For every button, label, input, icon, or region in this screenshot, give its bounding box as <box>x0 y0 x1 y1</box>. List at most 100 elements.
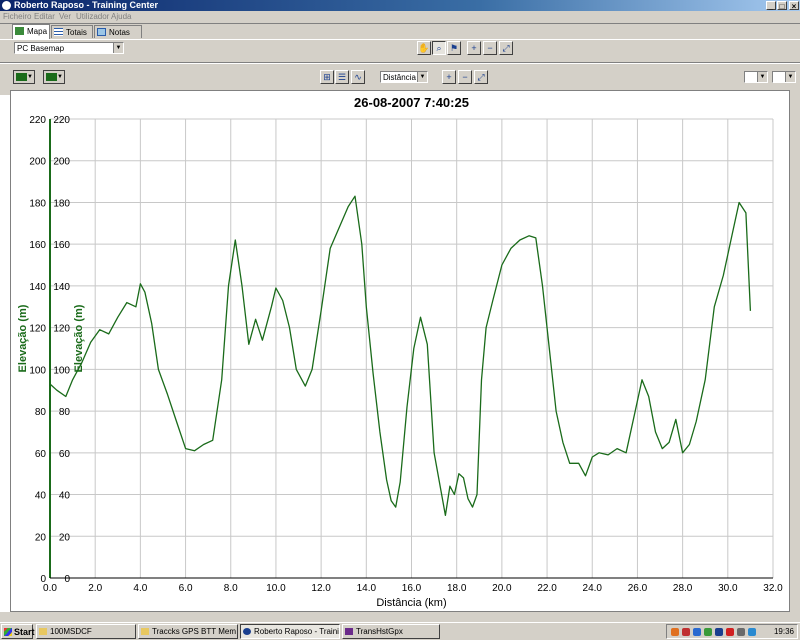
speaker-icon[interactable] <box>748 628 756 636</box>
start-button[interactable]: Start <box>1 624 35 639</box>
zoom-fit-button[interactable]: ⤢ <box>499 41 513 55</box>
line-color-button[interactable]: ▼ <box>13 70 35 84</box>
smooth-line-button[interactable]: ∿ <box>351 70 365 84</box>
chevron-down-icon: ▼ <box>417 72 427 82</box>
menu-editar[interactable]: Editar <box>34 12 55 21</box>
option-select-1[interactable]: ▼ <box>744 71 768 83</box>
tray-icon[interactable] <box>715 628 723 636</box>
x-tick-label: 32.0 <box>763 583 783 594</box>
menu-ajuda[interactable]: Ajuda <box>111 12 131 21</box>
start-label: Start <box>14 627 35 637</box>
y-tick-label-secondary: 120 <box>53 324 70 335</box>
menu-utilizador[interactable]: Utilizador <box>76 12 109 21</box>
maximize-button[interactable]: □ <box>777 1 787 11</box>
pan-hand-button[interactable]: ✋ <box>417 41 431 55</box>
crosshair-button[interactable]: ⊞ <box>320 70 334 84</box>
x-tick-label: 10.0 <box>266 583 286 594</box>
y-tick-label: 60 <box>35 449 47 460</box>
x-tick-label: 22.0 <box>537 583 557 594</box>
table-icon <box>54 28 63 36</box>
task-training-center[interactable]: Roberto Raposo - Trainin... <box>240 624 340 639</box>
y-axis-label: Elevação (m) <box>17 304 29 372</box>
elevation-chart[interactable]: 0.0 2.0 4.0 6.0 8.0 10.0 12.0 14.0 16.0 18.0 20.0 2… <box>11 91 789 611</box>
tab-mapa-label: Mapa <box>27 27 48 36</box>
minimize-button[interactable]: _ <box>766 1 776 11</box>
fill-color-button[interactable]: ▼ <box>43 70 65 84</box>
folder-icon <box>141 628 149 635</box>
task-traccks[interactable]: Traccks GPS BTT Mem ... <box>138 624 238 639</box>
close-button[interactable]: × <box>789 1 799 11</box>
axis-select[interactable]: Distância ▼ <box>380 71 428 83</box>
menu-ficheiro[interactable]: Ficheiro <box>3 12 31 21</box>
task-label: 100MSDCF <box>50 627 92 636</box>
menu-bar: Ficheiro Editar Ver Utilizador Ajuda <box>0 11 800 23</box>
y-tick-label-secondary: 200 <box>53 157 70 168</box>
app-icon <box>2 1 11 10</box>
x-axis-label: Distância (km) <box>376 597 446 609</box>
graph-zoom-out-button[interactable]: − <box>458 70 472 84</box>
y-tick-label: 160 <box>29 240 46 251</box>
chevron-down-icon: ▼ <box>757 72 767 82</box>
elevation-chart-panel: 0.0 2.0 4.0 6.0 8.0 10.0 12.0 14.0 16.0 18.0 20.0 2… <box>10 90 790 612</box>
x-tick-label: 24.0 <box>583 583 603 594</box>
chevron-down-icon: ▼ <box>113 43 123 53</box>
x-tick-label: 8.0 <box>224 583 238 594</box>
task-transhstgpx[interactable]: TransHstGpx <box>342 624 440 639</box>
y-tick-label: 100 <box>29 365 46 376</box>
tab-notas-label: Notas <box>109 28 130 37</box>
y-tick-label: 0 <box>40 574 46 585</box>
y-tick-label-secondary: 20 <box>59 532 71 543</box>
x-tick-label: 4.0 <box>133 583 147 594</box>
y-tick-label-secondary: 160 <box>53 240 70 251</box>
option-select-2[interactable]: ▼ <box>772 71 796 83</box>
zoom-in-button[interactable]: + <box>467 41 481 55</box>
tray-icon[interactable] <box>693 628 701 636</box>
task-100msdcf[interactable]: 100MSDCF <box>36 624 136 639</box>
notes-icon <box>97 28 106 36</box>
y-tick-label-secondary: 100 <box>53 365 70 376</box>
system-tray: 19:36 <box>666 624 798 639</box>
y-tick-label: 120 <box>29 324 46 335</box>
magnify-tool-button[interactable]: ⌕ <box>432 41 446 55</box>
clock: 19:36 <box>773 627 794 636</box>
flag-tool-button[interactable]: ⚑ <box>447 41 461 55</box>
tab-mapa[interactable]: Mapa <box>12 24 50 39</box>
graph-zoom-in-button[interactable]: + <box>442 70 456 84</box>
y-tick-label-secondary: 180 <box>53 198 70 209</box>
basemap-value: PC Basemap <box>17 44 65 53</box>
y-tick-label-secondary: 80 <box>59 407 71 418</box>
menu-ver[interactable]: Ver <box>59 12 71 21</box>
tray-icon[interactable] <box>726 628 734 636</box>
y-axis-label-secondary: Elevação (m) <box>73 304 85 372</box>
tab-totais-label: Totais <box>66 28 87 37</box>
map-icon <box>15 27 24 35</box>
tray-icon[interactable] <box>671 628 679 636</box>
window-titlebar[interactable]: Roberto Raposo - Training Center _ □ × <box>0 0 800 11</box>
axis-select-value: Distância <box>383 73 416 82</box>
y-tick-label: 20 <box>35 532 47 543</box>
x-tick-label: 20.0 <box>492 583 512 594</box>
scrollbar[interactable] <box>790 90 800 612</box>
y-tick-label-secondary: 220 <box>53 115 70 126</box>
x-tick-label: 6.0 <box>179 583 193 594</box>
chevron-down-icon: ▼ <box>57 74 63 80</box>
tab-notas[interactable]: Notas <box>94 25 142 38</box>
y-tick-label: 40 <box>35 491 47 502</box>
tab-totais[interactable]: Totais <box>51 25 93 38</box>
graph-zoom-fit-button[interactable]: ⤢ <box>474 70 488 84</box>
grid-toggle-button[interactable]: ☰ <box>335 70 349 84</box>
tray-icon[interactable] <box>682 628 690 636</box>
y-tick-label-secondary: 40 <box>59 491 71 502</box>
tray-icon[interactable] <box>737 628 745 636</box>
basemap-select[interactable]: PC Basemap ▼ <box>14 42 124 54</box>
task-label: TransHstGpx <box>356 627 403 636</box>
y-tick-label-secondary: 0 <box>64 574 70 585</box>
x-tick-label: 18.0 <box>447 583 467 594</box>
zoom-out-button[interactable]: − <box>483 41 497 55</box>
windows-logo-icon <box>4 628 12 636</box>
taskbar: Start 100MSDCF Traccks GPS BTT Mem ... R… <box>0 622 800 640</box>
tray-icon[interactable] <box>704 628 712 636</box>
x-tick-label: 28.0 <box>673 583 693 594</box>
chevron-down-icon: ▼ <box>785 72 795 82</box>
y-tick-label: 80 <box>35 407 47 418</box>
